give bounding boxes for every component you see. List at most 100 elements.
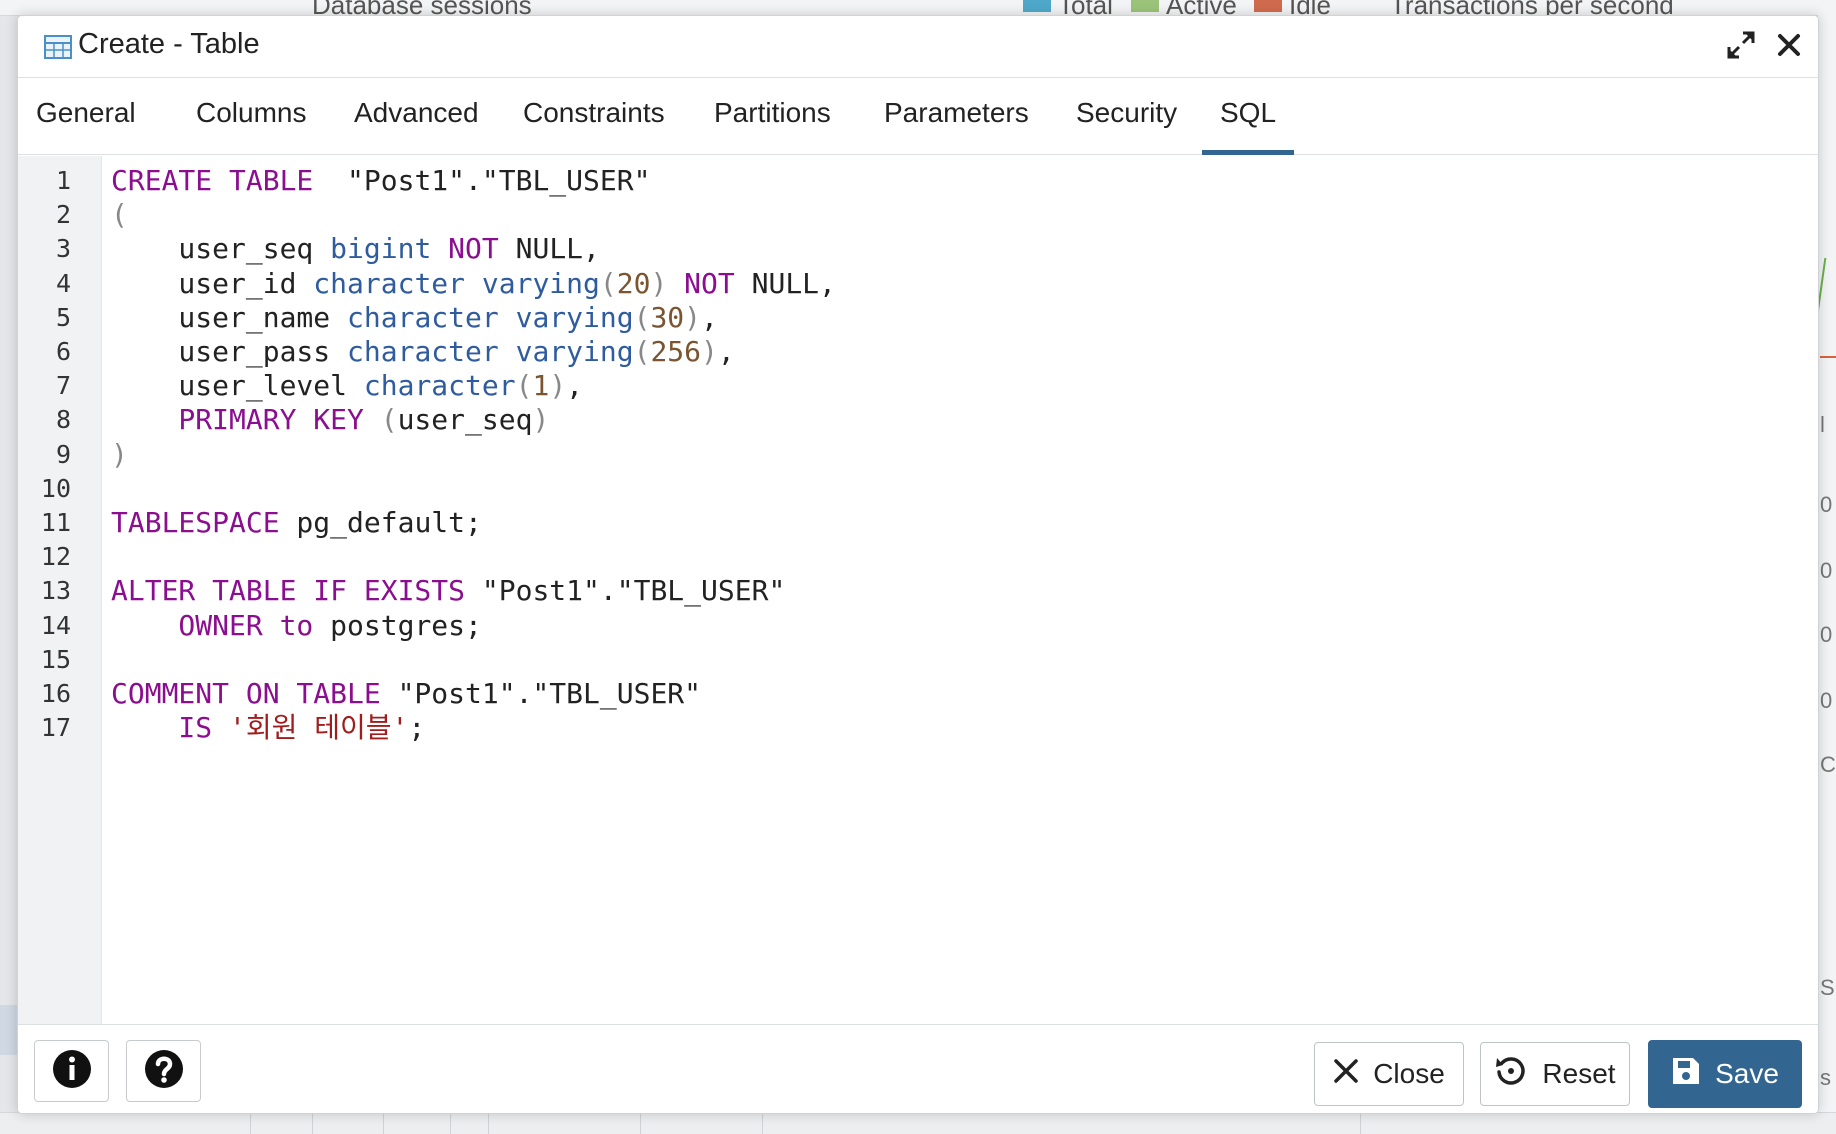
close-button-label: Close [1373,1058,1445,1089]
code-token: 1 [532,369,550,403]
close-icon [1777,33,1801,62]
code-token: OWNER to [111,608,314,642]
background-column-divider [450,1112,451,1134]
code-token: ( [599,266,617,300]
code-token: postgres; [313,608,482,642]
info-button[interactable] [34,1040,109,1102]
code-token: ) [532,403,550,437]
code-line: TABLESPACE pg_default; [111,503,482,543]
background-column-divider [250,1112,251,1134]
save-icon [1671,1056,1701,1093]
background-edge-tick: l [1820,412,1825,437]
background-edge-tick: 0 [1820,492,1833,517]
reset-button-label: Reset [1542,1058,1616,1089]
code-token: user_seq [397,403,533,437]
code-token: character varying [347,300,634,334]
dialog-titlebar[interactable]: Create - Table [18,16,1818,78]
code-token: , [566,369,584,403]
table-icon [44,35,72,59]
expand-icon [1727,31,1755,64]
tab-advanced[interactable]: Advanced [336,78,497,155]
save-button-label: Save [1715,1058,1779,1089]
close-button[interactable]: Close [1314,1042,1464,1106]
code-token: NULL, [734,266,836,300]
info-icon [52,1049,92,1094]
code-token: "Post1"."TBL_USER" [465,574,786,608]
code-token: ( [633,335,651,368]
code-token: 256 [650,335,702,368]
code-token: PRIMARY KEY [111,403,381,437]
background-column-divider [1360,1112,1361,1134]
code-token: user_name [111,300,348,334]
help-button[interactable] [126,1040,201,1102]
background-column-divider [762,1112,763,1134]
dialog-footer: Close Reset Save [18,1026,1818,1113]
code-token: ( [111,198,128,232]
code-token: pg_default; [279,506,482,539]
tab-partitions[interactable]: Partitions [696,78,849,155]
code-token: ; [408,711,426,745]
background-chart-line-red [1820,356,1836,358]
legend-swatch-total [1023,0,1051,12]
code-token: NOT [667,266,735,300]
sql-editor[interactable]: 1 2 3 4 5 6 7 8 9 10 11 12 13 14 15 16 17 CREATE TABLE "… [18,156,1818,1025]
code-token: IS [111,711,230,745]
tab-general[interactable]: General [18,78,154,155]
background-column-divider [312,1112,313,1134]
background-edge-tick: C [1820,752,1836,777]
background-edge-tick: s [1820,1065,1831,1090]
background-column-divider [383,1112,384,1134]
code-token: , [701,300,718,334]
code-token: ) [650,266,668,300]
background-bottom-strip [0,1112,1836,1134]
close-icon [1333,1058,1359,1091]
code-token: ( [380,403,398,437]
code-token: CREATE TABLE [111,164,314,197]
background-left-strip [0,1005,18,1055]
dialog-title: Create - Table [78,28,260,60]
help-icon [144,1049,184,1094]
code-token: character varying [313,266,600,300]
tab-constraints[interactable]: Constraints [505,78,683,155]
tab-columns[interactable]: Columns [178,78,324,155]
close-dialog-button[interactable] [1772,30,1806,64]
line-number: 17 [40,713,71,743]
code-token: "Post1"."TBL_USER" [380,677,702,710]
code-token: ) [111,437,128,471]
code-token: ) [701,335,718,368]
legend-swatch-idle [1254,0,1282,12]
legend-swatch-active [1131,0,1159,12]
tab-parameters[interactable]: Parameters [866,78,1047,155]
reset-icon [1494,1054,1528,1095]
background-edge-tick: 0 [1820,688,1833,713]
code-token: 30 [650,300,685,334]
code-token: user_id [111,266,314,300]
code-token: "Post1"."TBL_USER" [313,164,651,197]
code-token: NOT [431,232,499,266]
code-token: user_level [111,369,364,403]
code-line: PRIMARY KEY (user_seq) [111,400,549,440]
code-token: TABLESPACE [111,506,280,539]
tab-security[interactable]: Security [1058,78,1195,155]
code-token: ) [684,300,702,334]
tab-sql[interactable]: SQL [1202,78,1295,155]
background-edge-tick: 0 [1820,558,1833,583]
code-token: NULL, [498,232,600,266]
save-button[interactable]: Save [1648,1040,1802,1108]
code-token: ( [633,300,651,334]
background-column-divider [640,1112,641,1134]
code-token: '회원 테이블' [229,711,409,745]
reset-button[interactable]: Reset [1480,1042,1630,1106]
code-line: OWNER to postgres; [111,606,482,646]
background-edge-tick: 0 [1820,622,1833,647]
code-line: ) [111,435,128,475]
code-token: ) [549,369,567,403]
background-edge-tick: S [1820,975,1835,1000]
code-token: , [717,335,735,368]
code-token: COMMENT ON TABLE [111,677,381,710]
maximize-button[interactable] [1724,30,1758,64]
code-token: bigint [330,232,432,266]
line-number-gutter: 1 2 3 4 5 6 7 8 9 10 11 12 13 14 15 16 17 [18,156,102,1024]
code-token: ALTER TABLE IF EXISTS [111,574,466,608]
tab-bar: General Columns Advanced Constraints Par… [18,78,1818,155]
